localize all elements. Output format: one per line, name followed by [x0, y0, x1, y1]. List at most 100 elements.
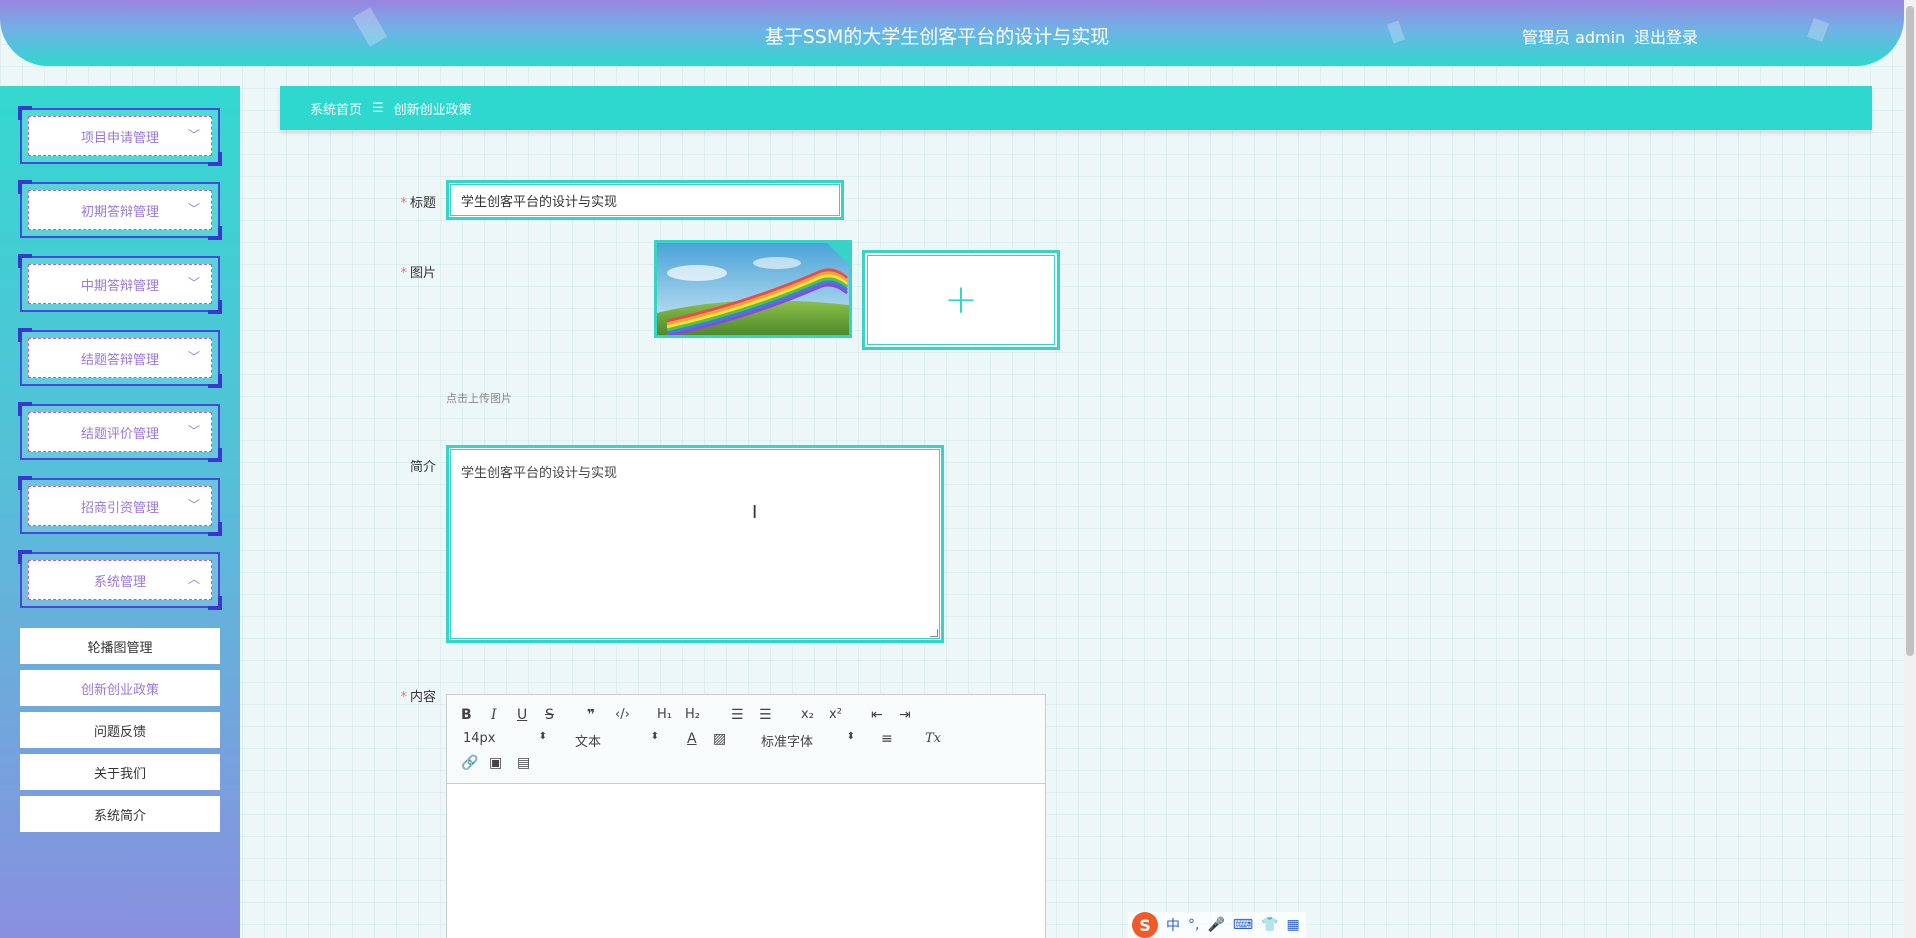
sidebar-item-feedback[interactable]: 问题反馈: [20, 712, 220, 748]
required-mark: *: [400, 196, 407, 211]
blockquote-icon[interactable]: ❞: [587, 707, 595, 723]
sidebar-item-label: 关于我们: [93, 766, 146, 782]
chevron-down-icon: ﹀: [187, 424, 200, 438]
intro-label: 简介: [356, 456, 436, 475]
breadcrumb: 系统首页 ☰ 创新创业政策: [280, 86, 1872, 130]
chevron-up-icon: ︿: [187, 572, 200, 586]
underline-button[interactable]: U: [517, 707, 527, 723]
h2-button[interactable]: H₂: [685, 707, 700, 723]
video-icon[interactable]: ▤: [517, 755, 530, 771]
image-icon[interactable]: ▣: [489, 755, 502, 771]
group-label: 结题评价管理: [28, 412, 212, 452]
bullet-list-icon[interactable]: ☰: [759, 707, 772, 723]
sogou-logo-icon[interactable]: S: [1132, 912, 1158, 938]
sidebar-group-label: 系统管理: [93, 574, 146, 590]
chevron-down-icon: ﹀: [187, 350, 200, 364]
sidebar-item-system-intro[interactable]: 系统简介: [20, 796, 220, 832]
font-family-value: 标准字体: [761, 735, 814, 750]
header-select[interactable]: 文本 ⬍: [575, 731, 659, 750]
align-icon[interactable]: ≡: [881, 731, 893, 747]
current-user: 管理员 admin: [1522, 28, 1626, 47]
background-color-icon[interactable]: ▨: [713, 731, 726, 747]
label-text: 简介: [409, 460, 436, 475]
code-icon[interactable]: ‹/›: [615, 707, 630, 723]
subscript-button[interactable]: x₂: [801, 707, 814, 723]
sidebar-item-label: 轮播图管理: [87, 640, 153, 656]
chevron-down-icon: ﹀: [187, 498, 200, 512]
strike-button[interactable]: S: [545, 707, 554, 723]
bold-button[interactable]: B: [461, 707, 472, 723]
keyboard-icon[interactable]: ⌨: [1233, 917, 1253, 933]
image-upload-button[interactable]: +: [862, 250, 1060, 350]
clear-format-button[interactable]: Tx: [925, 731, 941, 747]
group-label: 结题答辩管理: [28, 338, 212, 378]
title-input[interactable]: 学生创客平台的设计与实现: [446, 180, 844, 220]
ime-toolbar[interactable]: S 中 °, 🎤 ⌨ 👕 ▦: [1128, 912, 1306, 938]
rainbow-landscape-image: [657, 243, 849, 335]
font-size-value: 14px: [463, 731, 496, 746]
h1-button[interactable]: H₁: [657, 707, 672, 723]
skin-icon[interactable]: 👕: [1261, 917, 1278, 933]
font-color-icon[interactable]: A: [687, 731, 697, 747]
select-arrow-icon: ⬍: [538, 731, 547, 742]
select-arrow-icon: ⬍: [650, 731, 659, 742]
top-header: 基于SSM的大学生创客平台的设计与实现 管理员 admin 退出登录: [0, 0, 1904, 66]
italic-button[interactable]: I: [491, 707, 497, 723]
sidebar: 项目申请管理 ﹀ 初期答辩管理 ﹀ 中期答辩管理 ﹀ 结题答辩管理 ﹀ 结题评价…: [0, 86, 240, 938]
intro-textarea[interactable]: 学生创客平台的设计与实现: [446, 445, 944, 643]
ime-punctuation-toggle[interactable]: °,: [1188, 917, 1199, 933]
group-label: 招商引资管理: [28, 486, 212, 526]
required-mark: *: [400, 266, 407, 281]
indent-icon[interactable]: ⇥: [899, 707, 911, 723]
sidebar-group-final-defense[interactable]: 结题答辩管理 ﹀: [18, 328, 222, 388]
plus-icon: +: [944, 277, 978, 323]
editor-toolbar: B I U S ❞ ‹/› H₁ H₂ ☰ ☰ x₂ x² ⇤ ⇥ 14px ⬍ …: [447, 695, 1045, 784]
sidebar-item-carousel[interactable]: 轮播图管理: [20, 628, 220, 664]
font-family-select[interactable]: 标准字体 ⬍: [761, 731, 855, 750]
sidebar-group-system[interactable]: 系统管理 ︿: [18, 550, 222, 610]
title-label: * 标题: [356, 192, 436, 211]
required-mark: *: [400, 690, 407, 705]
sidebar-group-investment[interactable]: 招商引资管理 ﹀: [18, 476, 222, 536]
uploaded-image-thumbnail[interactable]: [654, 240, 852, 338]
resize-handle-icon[interactable]: [930, 629, 938, 637]
sidebar-item-label: 问题反馈: [93, 724, 146, 740]
breadcrumb-current: 创新创业政策: [393, 102, 472, 118]
sidebar-item-label: 创新创业政策: [80, 682, 159, 698]
chevron-down-icon: ﹀: [187, 202, 200, 216]
sidebar-group-project-apply[interactable]: 项目申请管理 ﹀: [18, 106, 222, 166]
header-select-value: 文本: [575, 735, 602, 750]
sidebar-item-about[interactable]: 关于我们: [20, 754, 220, 790]
sidebar-group-label: 招商引资管理: [80, 500, 159, 516]
rich-text-editor: B I U S ❞ ‹/› H₁ H₂ ☰ ☰ x₂ x² ⇤ ⇥ 14px ⬍ …: [446, 694, 1046, 938]
page-scrollbar[interactable]: [1904, 0, 1916, 938]
breadcrumb-home[interactable]: 系统首页: [310, 99, 362, 118]
outdent-icon[interactable]: ⇤: [871, 707, 883, 723]
upload-hint: 点击上传图片: [446, 392, 512, 405]
select-arrow-icon: ⬍: [846, 731, 855, 742]
group-label: 项目申请管理: [28, 116, 212, 156]
sidebar-group-mid-defense[interactable]: 中期答辩管理 ﹀: [18, 254, 222, 314]
image-label: * 图片: [356, 262, 436, 281]
sidebar-group-initial-defense[interactable]: 初期答辩管理 ﹀: [18, 180, 222, 240]
apps-grid-icon[interactable]: ▦: [1287, 917, 1300, 933]
ime-language-toggle[interactable]: 中: [1166, 915, 1180, 935]
link-icon[interactable]: 🔗: [461, 755, 478, 771]
ordered-list-icon[interactable]: ☰: [731, 707, 744, 723]
group-label: 系统管理: [28, 560, 212, 600]
font-size-select[interactable]: 14px ⬍: [463, 731, 547, 746]
group-label: 中期答辩管理: [28, 264, 212, 304]
label-text: 标题: [409, 196, 436, 211]
superscript-button[interactable]: x²: [829, 707, 842, 723]
logout-button[interactable]: 退出登录: [1634, 24, 1698, 48]
sidebar-item-label: 系统简介: [93, 808, 146, 824]
sidebar-group-final-evaluation[interactable]: 结题评价管理 ﹀: [18, 402, 222, 462]
scrollbar-thumb[interactable]: [1906, 6, 1914, 656]
title-input-value: 学生创客平台的设计与实现: [461, 194, 618, 210]
sidebar-item-innovation-policy[interactable]: 创新创业政策: [20, 670, 220, 706]
microphone-icon[interactable]: 🎤: [1207, 917, 1224, 933]
sidebar-group-label: 项目申请管理: [80, 130, 159, 146]
label-text: 图片: [409, 266, 436, 281]
text-cursor-icon: I: [752, 502, 758, 523]
label-text: 内容: [409, 690, 436, 705]
